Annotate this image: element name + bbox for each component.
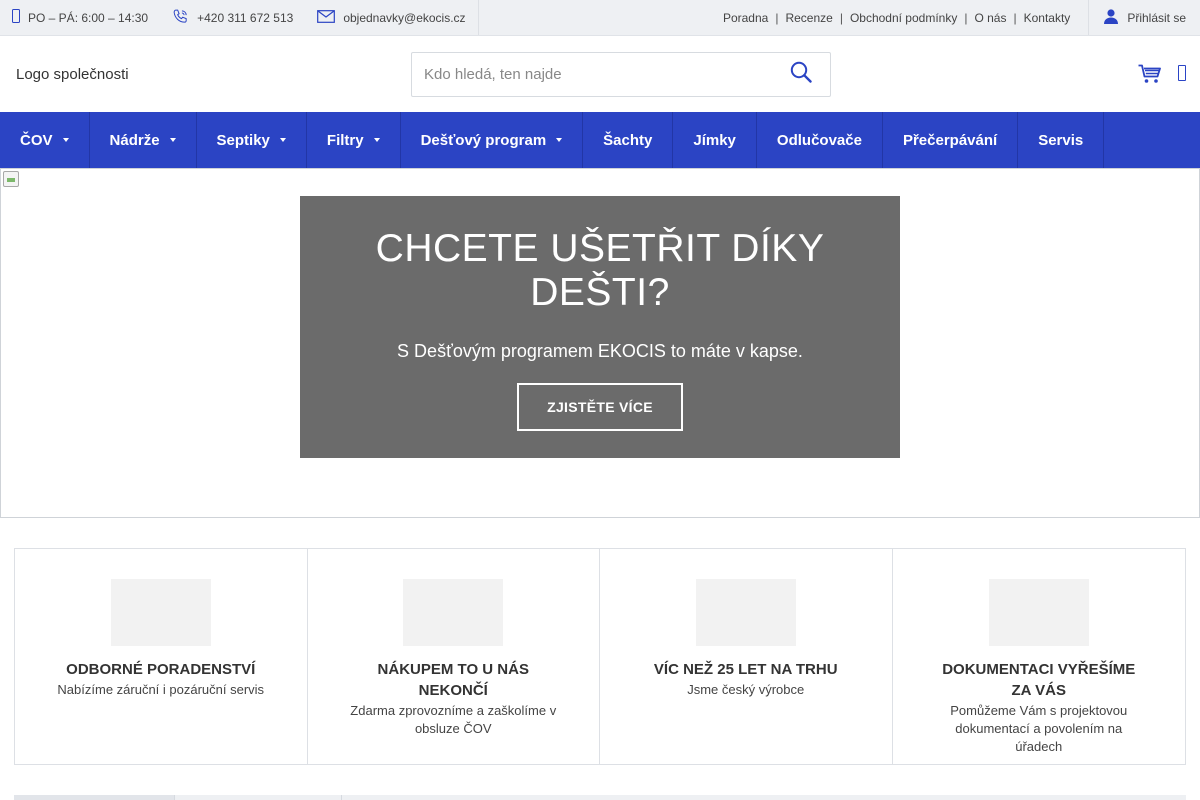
caret-down-icon [556,138,563,142]
benefit-image [988,579,1089,646]
opening-hours: PO – PÁ: 6:00 – 14:30 [0,0,160,35]
hero-overlay: CHCETE UŠETŘIT DÍKY DEŠTI? S Dešťovým pr… [300,196,900,458]
nav-item-jimky[interactable]: Jímky [673,112,757,168]
cart-icon [1138,64,1162,88]
cart-button[interactable] [1138,64,1162,89]
menu-toggle-icon[interactable] [1178,65,1186,81]
product-tabs [14,795,1186,800]
benefit-text: Nabízíme záruční i pozáruční servis [57,682,265,697]
top-bar: PO – PÁ: 6:00 – 14:30 +420 311 672 513 o… [0,0,1200,36]
benefit-text: Jsme český výrobce [687,682,805,697]
benefit-text: Zdarma zprovozníme a zaškolíme v obsluze… [350,703,557,736]
nav-item-filtry[interactable]: Filtry [307,112,401,168]
login-button[interactable]: Přihlásit se [1088,0,1200,35]
tab[interactable] [174,795,342,800]
hero-subtitle: S Dešťovým programem EKOCIS to máte v ka… [397,341,803,361]
email-address[interactable]: objednavky@ekocis.cz [343,11,465,25]
benefit-image [110,579,211,646]
benefit-card: NÁKUPEM TO U NÁS NEKONČÍ Zdarma zprovozn… [308,549,600,764]
company-logo[interactable]: Logo společnosti [14,66,129,83]
benefit-card: DOKUMENTACI VYŘEŠÍME ZA VÁS Pomůžeme Vám… [893,549,1186,764]
nav-item-destovy-program[interactable]: Dešťový program [401,112,584,168]
link-o-nas[interactable]: O nás [974,11,1006,25]
benefit-image [403,579,504,646]
user-icon [1103,8,1119,27]
link-obchodni-podminky[interactable]: Obchodní podmínky [850,11,957,25]
hero-title: CHCETE UŠETŘIT DÍKY DEŠTI? [375,227,825,314]
envelope-icon [317,9,336,26]
benefit-title: DOKUMENTACI VYŘEŠÍME ZA VÁS [942,661,1136,699]
benefit-image [695,579,796,646]
nav-item-precerpavani[interactable]: Přečerpávání [883,112,1019,168]
caret-down-icon [169,138,176,142]
main-navigation: ČOV Nádrže Septiky Filtry Dešťový progra… [0,112,1200,168]
nav-item-septiky[interactable]: Septiky [197,112,307,168]
search-box [411,52,831,97]
nav-item-nadrze[interactable]: Nádrže [90,112,197,168]
nav-item-odlucovace[interactable]: Odlučovače [757,112,883,168]
broken-image-icon [3,171,19,187]
caret-down-icon [279,138,286,142]
caret-down-icon [62,138,69,142]
link-recenze[interactable]: Recenze [785,11,832,25]
hero-banner: CHCETE UŠETŘIT DÍKY DEŠTI? S Dešťovým pr… [0,168,1200,518]
link-poradna[interactable]: Poradna [723,11,768,25]
nav-item-cov[interactable]: ČOV [0,112,90,168]
benefit-title: VÍC NEŽ 25 LET NA TRHU [653,661,838,678]
phone-icon [172,8,189,28]
search-icon [790,61,812,88]
benefit-card: ODBORNÉ PORADENSTVÍ Nabízíme záruční i p… [15,549,308,764]
logo-alt-text: Logo společnosti [16,66,129,83]
login-label: Přihlásit se [1127,10,1186,25]
benefit-title: NÁKUPEM TO U NÁS NEKONČÍ [377,661,529,699]
benefit-card: VÍC NEŽ 25 LET NA TRHU Jsme český výrobc… [600,549,893,764]
mobile-icon [12,9,20,26]
nav-item-servis[interactable]: Servis [1018,112,1105,168]
nav-item-sachty[interactable]: Šachty [583,112,674,168]
benefit-title: ODBORNÉ PORADENSTVÍ [66,661,256,678]
phone-number[interactable]: +420 311 672 513 [197,11,293,25]
header: Logo společnosti [0,36,1200,112]
link-kontakty[interactable]: Kontakty [1024,11,1071,25]
tab-active[interactable] [14,795,174,800]
learn-more-button[interactable]: ZJISTĚTE VÍCE [517,383,683,431]
benefit-text: Pomůžeme Vám s projektovou dokumentací a… [950,703,1128,754]
top-links: Poradna | Recenze | Obchodní podmínky | … [722,10,1071,25]
search-button[interactable] [772,53,830,96]
contact-info: PO – PÁ: 6:00 – 14:30 +420 311 672 513 o… [0,0,479,35]
search-input[interactable] [412,53,772,96]
phone-contact[interactable]: +420 311 672 513 [160,0,305,35]
email-contact[interactable]: objednavky@ekocis.cz [305,0,479,35]
benefits-section: ODBORNÉ PORADENSTVÍ Nabízíme záruční i p… [14,548,1186,765]
opening-hours-text: PO – PÁ: 6:00 – 14:30 [28,10,149,25]
caret-down-icon [373,138,380,142]
